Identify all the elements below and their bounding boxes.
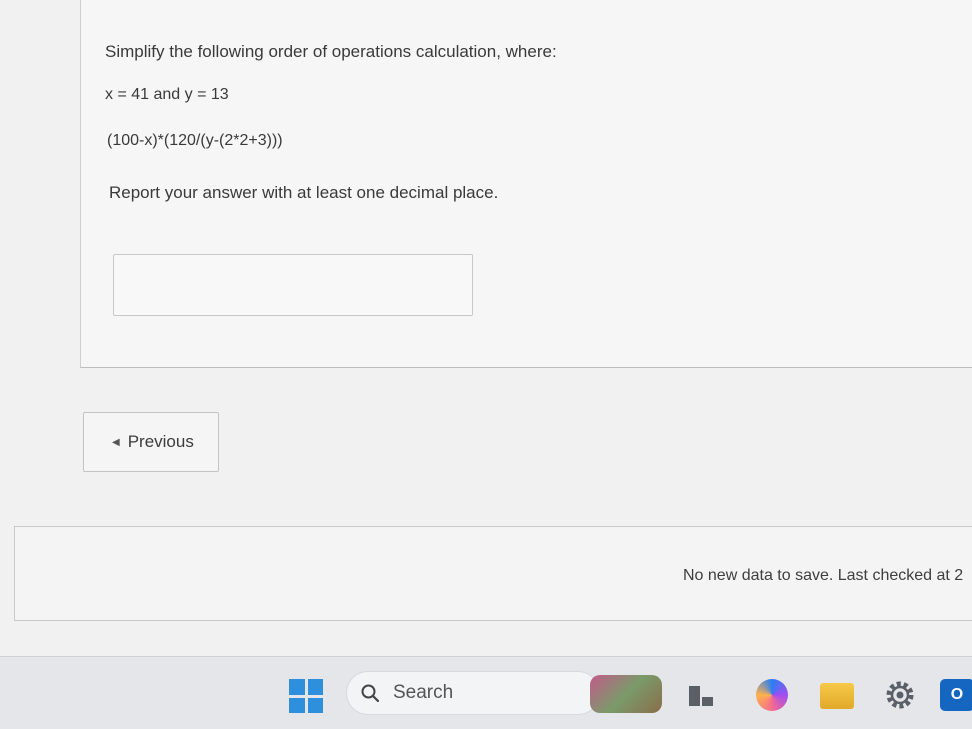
status-panel: No new data to save. Last checked at 2 <box>14 526 972 621</box>
question-instructions: Report your answer with at least one dec… <box>109 183 499 202</box>
outlook-icon-letter: O <box>950 686 964 703</box>
copilot-icon[interactable] <box>756 679 788 711</box>
outlook-icon[interactable]: O <box>940 679 972 711</box>
settings-icon[interactable] <box>884 679 916 711</box>
widgets-icon[interactable] <box>590 675 662 713</box>
question-prompt: Simplify the following order of operatio… <box>105 42 557 61</box>
search-icon <box>361 684 379 702</box>
windows-start-icon[interactable] <box>289 679 323 713</box>
taskbar-search[interactable]: Search <box>346 671 600 715</box>
question-variables: x = 41 and y = 13 <box>105 86 229 103</box>
taskbar: Search O <box>0 656 972 729</box>
previous-button[interactable]: ◀ Previous <box>83 412 219 472</box>
taskbar-search-label: Search <box>393 682 454 703</box>
chevron-left-icon: ◀ <box>112 436 120 448</box>
save-status-text: No new data to save. Last checked at 2 <box>683 567 964 584</box>
file-explorer-icon[interactable] <box>820 683 854 709</box>
question-expression: (100-x)*(120/(y-(2*2+3))) <box>107 132 283 149</box>
page: Simplify the following order of operatio… <box>0 0 972 729</box>
task-view-icon[interactable] <box>688 685 714 707</box>
previous-button-label: Previous <box>127 432 194 451</box>
answer-input[interactable] <box>113 254 473 316</box>
question-card: Simplify the following order of operatio… <box>80 0 972 368</box>
